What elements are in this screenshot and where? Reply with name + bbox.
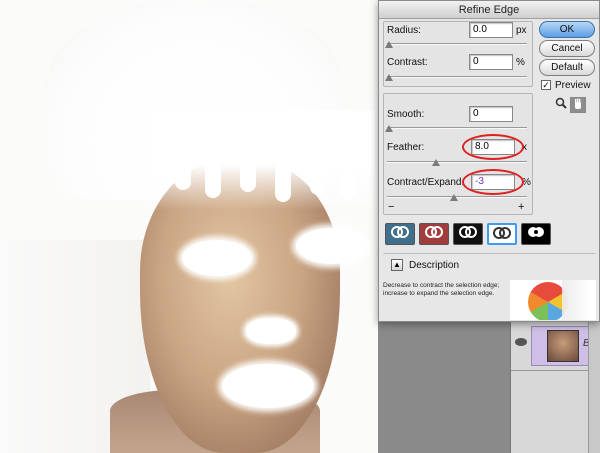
radius-unit: px — [516, 25, 527, 36]
contract-expand-annotation-ring — [462, 169, 524, 195]
contrast-slider-thumb[interactable] — [385, 74, 393, 81]
smooth-label: Smooth: — [387, 109, 425, 120]
contrast-field[interactable]: 0 — [469, 54, 513, 70]
feather-annotation-ring — [462, 134, 524, 160]
expansion-overlay — [562, 280, 592, 320]
layers-panel: Bac — [510, 320, 600, 453]
bang-strand — [175, 140, 191, 190]
feather-label: Feather: — [387, 142, 425, 153]
mouth-mask — [222, 364, 314, 408]
radius-label: Radius: — [387, 25, 421, 36]
contract-expand-slider-thumb[interactable] — [450, 194, 458, 201]
view-mask-icon[interactable] — [521, 223, 551, 245]
bang-strand — [240, 140, 256, 192]
bang-strand — [275, 140, 291, 202]
description-label: Description — [409, 260, 460, 271]
contrast-label: Contrast: — [387, 57, 428, 68]
description-toggle-icon[interactable]: ▲ — [391, 259, 403, 271]
contrast-slider-track[interactable] — [387, 76, 527, 78]
ok-button[interactable]: OK — [539, 21, 595, 38]
radius-slider-thumb[interactable] — [385, 41, 393, 48]
bang-strand — [205, 140, 221, 198]
cancel-button[interactable]: Cancel — [539, 40, 595, 57]
view-quick-mask-icon[interactable] — [419, 223, 449, 245]
nose-mask — [246, 318, 296, 344]
dialog-title: Refine Edge — [379, 1, 599, 19]
feather-slider-track[interactable] — [387, 161, 527, 163]
divider — [511, 370, 600, 371]
radius-slider-track[interactable] — [387, 43, 527, 45]
zoom-icon[interactable] — [553, 97, 569, 113]
view-standard-icon[interactable] — [385, 223, 415, 245]
smooth-slider-thumb[interactable] — [385, 125, 393, 132]
layer-thumbnail — [547, 330, 579, 362]
bang-strand — [310, 140, 326, 195]
minus-sign: − — [388, 201, 395, 213]
right-eye-mask — [296, 228, 366, 264]
preview-checkbox[interactable]: ✓ — [541, 80, 551, 90]
hand-icon[interactable] — [570, 97, 586, 113]
preview-label: Preview — [555, 80, 591, 91]
smooth-slider-track[interactable] — [387, 127, 527, 129]
bang-strand — [340, 140, 356, 200]
contrast-unit: % — [516, 57, 525, 68]
eye-icon[interactable] — [515, 338, 527, 346]
refine-edge-dialog: Refine Edge Radius: 0.0 px Contrast: 0 %… — [378, 0, 600, 322]
radius-field[interactable]: 0.0 — [469, 22, 513, 38]
left-eye-mask — [182, 240, 252, 276]
description-illustration — [510, 280, 596, 320]
description-text: Decrease to contract the selection edge;… — [383, 282, 500, 297]
smooth-field[interactable]: 0 — [469, 106, 513, 122]
default-button[interactable]: Default — [539, 59, 595, 76]
view-on-black-icon[interactable] — [453, 223, 483, 245]
plus-sign: + — [518, 201, 525, 213]
image-canvas[interactable] — [0, 0, 378, 453]
contract-expand-label: Contract/Expand: — [387, 177, 465, 188]
scrollbar[interactable] — [588, 320, 600, 453]
feather-slider-thumb[interactable] — [432, 159, 440, 166]
view-on-white-icon[interactable] — [487, 223, 517, 245]
